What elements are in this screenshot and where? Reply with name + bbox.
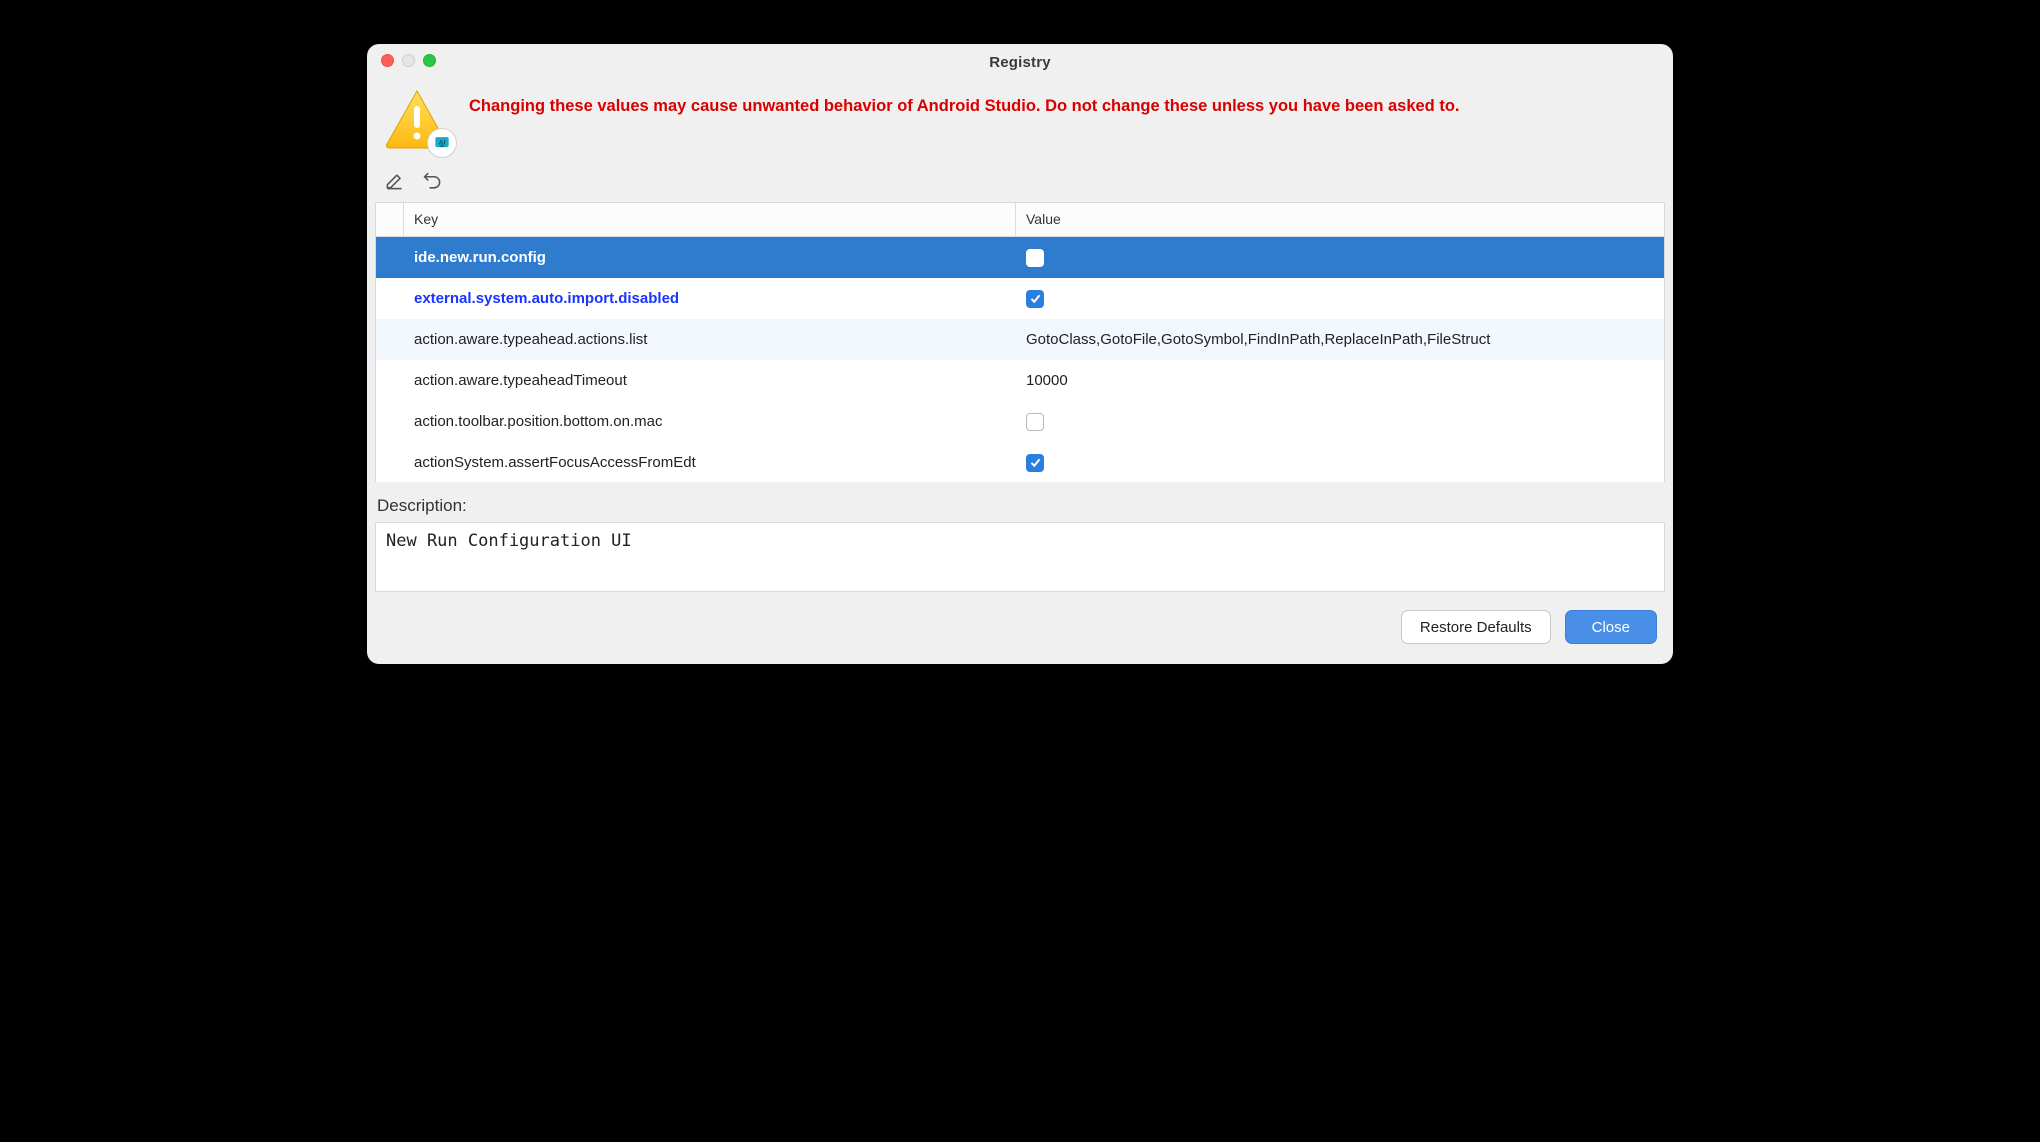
checkbox[interactable] xyxy=(1026,290,1044,308)
toolbar xyxy=(367,166,1673,202)
row-key: actionSystem.assertFocusAccessFromEdt xyxy=(404,446,1016,479)
table-body[interactable]: ide.new.run.config external.system.auto.i… xyxy=(376,237,1664,482)
row-value[interactable]: 10000 xyxy=(1016,364,1664,397)
table-row[interactable]: external.system.auto.import.disabled xyxy=(376,278,1664,319)
table-header: Key Value xyxy=(376,203,1664,237)
warning-text: Changing these values may cause unwanted… xyxy=(469,88,1460,117)
row-gutter xyxy=(376,319,404,360)
checkbox[interactable] xyxy=(1026,249,1044,267)
table-header-key[interactable]: Key xyxy=(404,203,1016,236)
window-maximize-button[interactable] xyxy=(423,54,436,67)
checkbox[interactable] xyxy=(1026,413,1044,431)
row-key: external.system.auto.import.disabled xyxy=(404,282,1016,315)
svg-text:AI: AI xyxy=(439,140,446,147)
row-key: action.toolbar.position.bottom.on.mac xyxy=(404,405,1016,438)
restore-defaults-button[interactable]: Restore Defaults xyxy=(1401,610,1551,644)
edit-button[interactable] xyxy=(383,170,405,192)
undo-icon xyxy=(423,172,442,191)
window-close-button[interactable] xyxy=(381,54,394,67)
row-value[interactable]: GotoClass,GotoFile,GotoSymbol,FindInPath… xyxy=(1016,323,1664,356)
table-row[interactable]: action.aware.typeaheadTimeout10000 xyxy=(376,360,1664,401)
table-header-gutter xyxy=(376,203,404,236)
table-row[interactable]: action.toolbar.position.bottom.on.mac xyxy=(376,401,1664,442)
table-row[interactable]: ide.new.run.config xyxy=(376,237,1664,278)
window-minimize-button[interactable] xyxy=(402,54,415,67)
window-traffic-lights xyxy=(381,54,436,67)
row-key: action.aware.typeahead.actions.list xyxy=(404,323,1016,356)
titlebar: Registry xyxy=(367,44,1673,80)
row-value[interactable] xyxy=(1016,405,1664,439)
warning-icon: AI xyxy=(383,88,455,156)
row-gutter xyxy=(376,278,404,319)
row-key: action.aware.typeaheadTimeout xyxy=(404,364,1016,397)
row-key: ide.new.run.config xyxy=(404,241,1016,274)
row-value[interactable] xyxy=(1016,282,1664,316)
table-row[interactable]: action.aware.typeahead.actions.listGotoC… xyxy=(376,319,1664,360)
row-value[interactable] xyxy=(1016,241,1664,275)
registry-table: Key Value ide.new.run.config external.sys… xyxy=(375,202,1665,482)
description-box: New Run Configuration UI xyxy=(375,522,1665,592)
row-gutter xyxy=(376,360,404,401)
window-title: Registry xyxy=(367,54,1673,71)
pencil-icon xyxy=(385,172,404,191)
row-gutter xyxy=(376,442,404,482)
dialog-footer: Restore Defaults Close xyxy=(367,592,1673,664)
row-gutter xyxy=(376,237,404,278)
description-label: Description: xyxy=(367,482,1673,522)
android-studio-badge-icon: AI xyxy=(427,128,457,158)
table-header-value[interactable]: Value xyxy=(1016,203,1664,236)
checkbox[interactable] xyxy=(1026,454,1044,472)
close-button[interactable]: Close xyxy=(1565,610,1657,644)
row-gutter xyxy=(376,401,404,442)
row-value[interactable] xyxy=(1016,446,1664,480)
warning-banner: AI Changing these values may cause unwan… xyxy=(367,80,1673,166)
revert-button[interactable] xyxy=(421,170,443,192)
registry-dialog: Registry xyxy=(367,44,1673,664)
table-row[interactable]: actionSystem.assertFocusAccessFromEdt xyxy=(376,442,1664,482)
